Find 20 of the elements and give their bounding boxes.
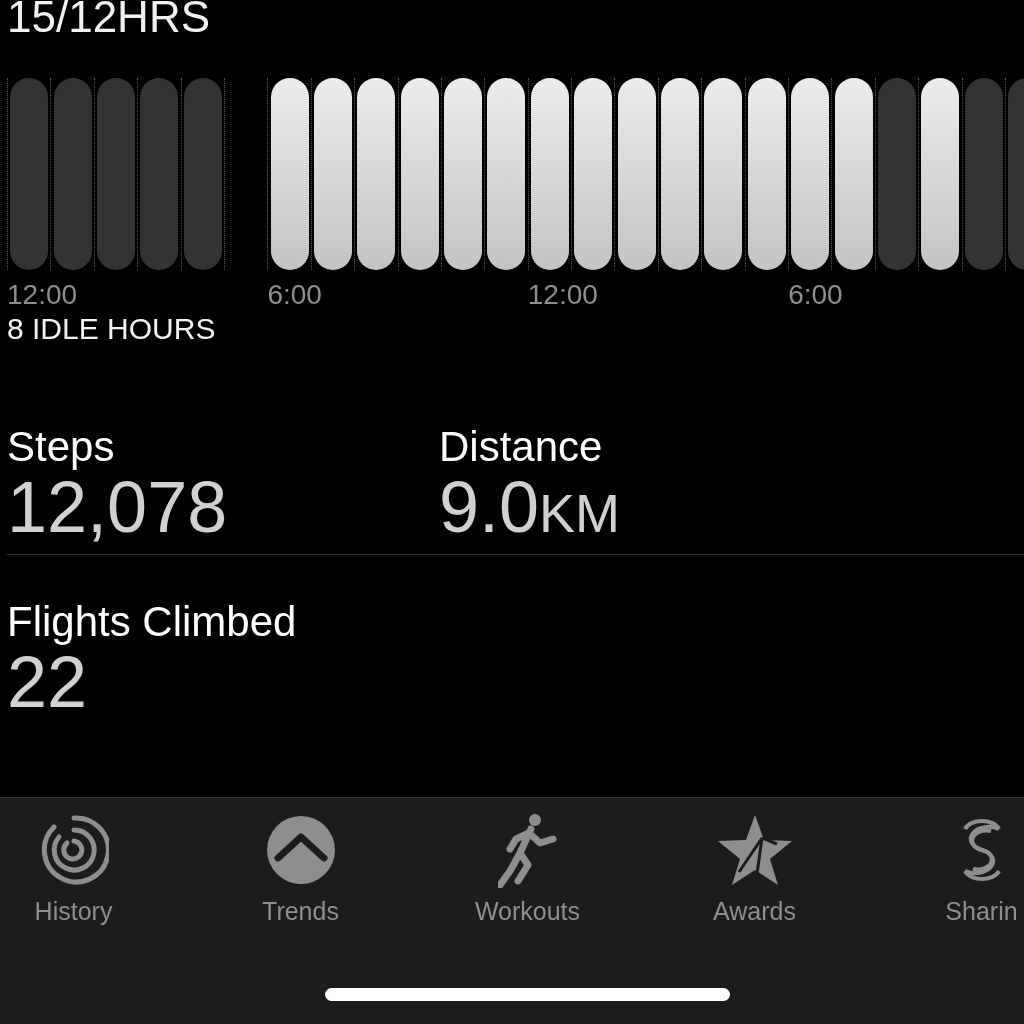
time-axis-label: 12:00 [527, 278, 598, 312]
time-axis-label: 6:00 [267, 278, 322, 312]
chevron-circle-icon [265, 815, 336, 885]
tab-bar-item[interactable]: Awards [641, 798, 868, 926]
time-axis-label: 12:00 [7, 278, 78, 312]
stand-hours-title: 15/12HRS [7, 0, 210, 40]
tab-bar-item[interactable]: History [0, 798, 187, 926]
tab-bar-item[interactable]: Sharin [868, 798, 1024, 926]
runner-icon [497, 812, 558, 888]
stat-label: Distance [439, 424, 603, 470]
stat-value: 12,078 [7, 470, 228, 544]
tab-bar-item[interactable]: Trends [187, 798, 414, 926]
star-icon [716, 814, 793, 886]
stat-label: Flights Climbed [7, 599, 297, 645]
time-axis-label: 6:00 [788, 278, 843, 312]
stat-value: 22 [7, 645, 88, 719]
tab-bar-item[interactable]: Workouts [414, 798, 641, 926]
idle-hours-summary: 8 IDLE HOURS [6, 312, 216, 346]
stat-label: Steps [7, 424, 115, 470]
stat-value: 9.0KM [439, 470, 621, 549]
